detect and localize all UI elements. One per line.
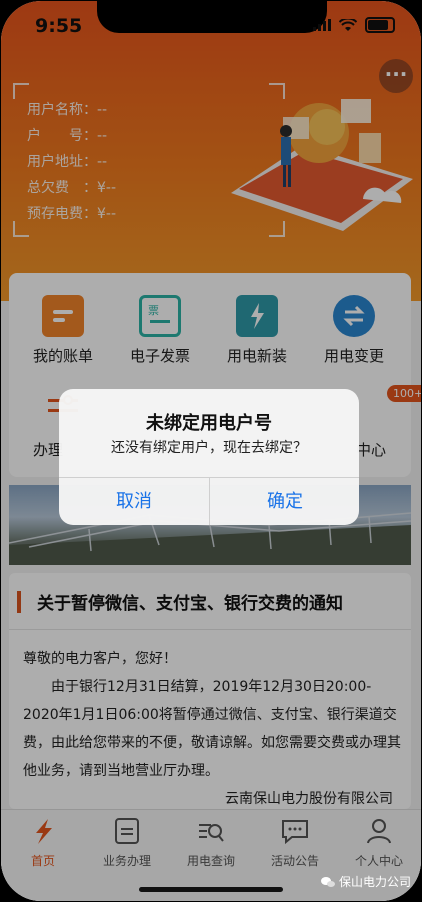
wechat-icon [320, 876, 335, 887]
watermark-text: 保山电力公司 [338, 875, 411, 889]
dialog-message: 还没有绑定用户，现在去绑定？ [111, 440, 307, 456]
bind-account-dialog: 未绑定用电户号 还没有绑定用户，现在去绑定？ 取消 确定 [59, 389, 359, 525]
phone-frame: 9:55 ··· 用户名称：-- 户 号：-- 用户地址：-- 总欠费 ：¥--… [0, 0, 422, 902]
app-screen: 9:55 ··· 用户名称：-- 户 号：-- 用户地址：-- 总欠费 ：¥--… [1, 1, 421, 901]
watermark: 保山电力公司 [320, 873, 411, 890]
dialog-title: 未绑定用电户号 [146, 413, 272, 434]
confirm-button[interactable]: 确定 [210, 478, 359, 525]
home-indicator[interactable] [139, 887, 283, 892]
cancel-button[interactable]: 取消 [59, 478, 209, 525]
